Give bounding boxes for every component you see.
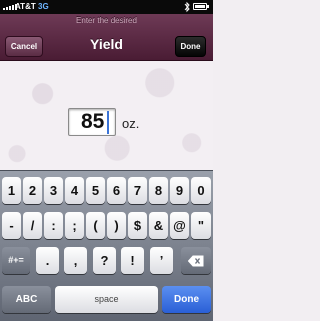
key-quote[interactable]: ": [191, 212, 211, 239]
key-semicolon[interactable]: ;: [65, 212, 84, 239]
content-area: 85 oz.: [0, 61, 213, 170]
key-0[interactable]: 0: [191, 177, 211, 204]
bluetooth-icon: [184, 1, 190, 13]
key-comma[interactable]: ,: [64, 247, 87, 274]
key-open-paren[interactable]: (: [86, 212, 105, 239]
key-3[interactable]: 3: [44, 177, 63, 204]
key-8[interactable]: 8: [149, 177, 168, 204]
backspace-icon: [188, 255, 204, 266]
done-button[interactable]: Done: [175, 36, 206, 57]
yield-value: 85: [81, 110, 105, 133]
key-4[interactable]: 4: [65, 177, 84, 204]
key-close-paren[interactable]: ): [107, 212, 126, 239]
numeric-keyboard: 1 2 3 4 5 6 7 8 9 0 - / : ; ( ) $ & @ " …: [0, 170, 213, 321]
key-exclamation[interactable]: !: [121, 247, 144, 274]
key-hyphen[interactable]: -: [2, 212, 21, 239]
key-colon[interactable]: :: [44, 212, 63, 239]
unit-label: oz.: [122, 116, 140, 131]
network-type: 3G: [38, 2, 49, 11]
key-9[interactable]: 9: [170, 177, 189, 204]
backspace-key[interactable]: [181, 247, 211, 274]
text-cursor: [107, 111, 109, 134]
key-dollar[interactable]: $: [128, 212, 147, 239]
key-1[interactable]: 1: [2, 177, 21, 204]
key-period[interactable]: .: [36, 247, 59, 274]
key-ampersand[interactable]: &: [149, 212, 168, 239]
key-6[interactable]: 6: [107, 177, 126, 204]
abc-key[interactable]: ABC: [2, 286, 51, 313]
battery-icon: [193, 3, 209, 10]
key-2[interactable]: 2: [23, 177, 42, 204]
nav-prompt: Enter the desired: [76, 16, 137, 25]
nav-bar: Enter the desired Cancel Yield Done: [0, 14, 213, 61]
carrier-name: AT&T: [15, 2, 36, 11]
key-question[interactable]: ?: [93, 247, 116, 274]
space-key[interactable]: space: [55, 286, 158, 313]
symbols-mode-key[interactable]: #+=: [2, 247, 30, 274]
key-5[interactable]: 5: [86, 177, 105, 204]
key-apostrophe[interactable]: ’: [150, 247, 173, 274]
key-at[interactable]: @: [170, 212, 189, 239]
status-bar: AT&T 3G: [0, 0, 213, 14]
keyboard-done-key[interactable]: Done: [162, 286, 211, 313]
key-7[interactable]: 7: [128, 177, 147, 204]
key-slash[interactable]: /: [23, 212, 42, 239]
